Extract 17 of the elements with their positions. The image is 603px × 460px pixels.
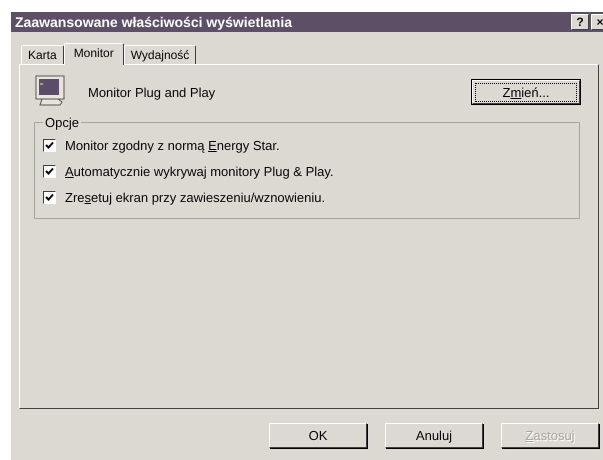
tab[interactable]: Wydajność (124, 45, 196, 64)
group-title: Opcje (44, 115, 80, 130)
window-title: Zaawansowane właściwości wyświetlania (15, 14, 292, 30)
checkbox-label: Zresetuj ekran przy zawieszeniu/wznowieniu. (65, 190, 326, 204)
checkbox[interactable] (43, 164, 56, 178)
checkbox[interactable] (43, 190, 56, 204)
monitor-name: Monitor Plug and Play (88, 84, 216, 100)
help-button[interactable]: ? (571, 14, 589, 30)
checkbox-label: Automatycznie wykrywaj monitory Plug & Play. (65, 164, 334, 178)
tab[interactable]: Karta (21, 45, 64, 64)
checkbox[interactable] (43, 138, 56, 152)
ok-button[interactable]: OK (269, 423, 367, 448)
tab[interactable]: Monitor (64, 43, 124, 65)
change-button[interactable]: Zmień... (472, 80, 580, 104)
close-button[interactable]: × (591, 14, 603, 30)
cancel-button[interactable]: Anuluj (385, 423, 483, 448)
checkbox-label: Monitor zgodny z normą Energy Star. (65, 138, 280, 152)
